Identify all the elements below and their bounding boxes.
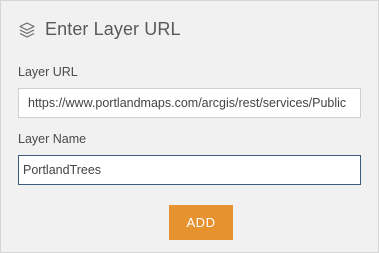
layer-name-label: Layer Name	[18, 132, 87, 146]
layers-icon	[19, 21, 35, 38]
layer-name-input[interactable]	[18, 155, 361, 185]
add-button[interactable]: ADD	[169, 205, 233, 240]
layer-url-input[interactable]	[18, 88, 361, 118]
panel-header: Enter Layer URL	[18, 19, 181, 40]
panel-title: Enter Layer URL	[45, 19, 181, 39]
enter-layer-url-panel: Enter Layer URL Layer URL Layer Name ADD	[0, 0, 379, 253]
layer-url-label: Layer URL	[18, 65, 78, 79]
